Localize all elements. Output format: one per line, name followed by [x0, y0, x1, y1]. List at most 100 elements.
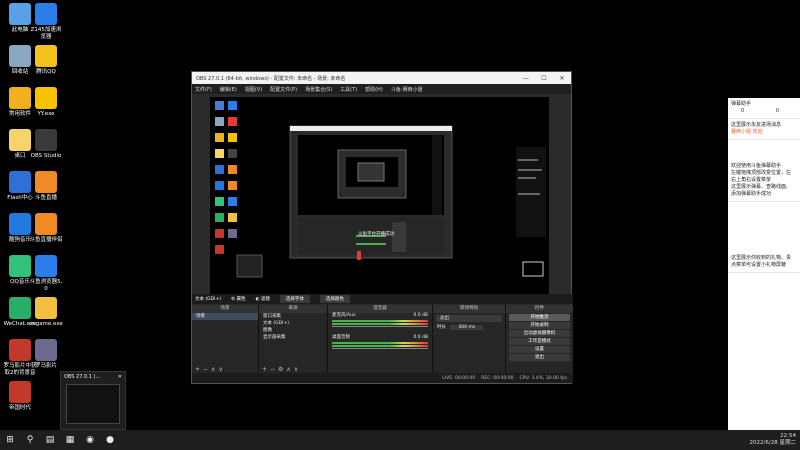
audio-meter: [332, 320, 428, 322]
app-icon[interactable]: ▤: [40, 430, 60, 450]
desktop-icon-label: 斗鱼直播伴侣: [29, 237, 63, 243]
start-streaming-button[interactable]: 开始推流: [509, 314, 570, 321]
thumbnail-close-button[interactable]: ✕: [118, 374, 122, 380]
audio-meter: [332, 342, 428, 344]
transition-select[interactable]: 淡出: [436, 315, 502, 322]
desktop-icon[interactable]: cngame.exe: [28, 297, 64, 328]
desktop-icon[interactable]: YY.exe: [28, 87, 64, 118]
obs-context-bar: 文本 (GDI+) ⚙ 属性 ◐ 滤镜 选择字体 选择颜色: [192, 294, 573, 304]
desktop-icon[interactable]: 帝国时代: [2, 381, 38, 412]
desktop-icon-label: 帝国时代: [8, 405, 31, 411]
start-recording-button[interactable]: 开始录制: [509, 322, 570, 329]
menu-help[interactable]: 帮助(H): [365, 86, 383, 93]
controls-dock: 控件 开始推流 开始录制 启动虚拟摄像机 工作室模式 设置 退出: [506, 305, 573, 374]
minimize-button[interactable]: —: [517, 75, 535, 82]
thumbnail-image: [66, 384, 120, 424]
mixer-channel-db: 0.0 dB: [413, 335, 428, 340]
desktop-icon-label: YY.exe: [37, 111, 55, 117]
filters-label: 滤镜: [260, 297, 270, 302]
duration-row: 时长 300 ms: [433, 324, 505, 331]
exit-button[interactable]: 退出: [509, 354, 570, 361]
studio-mode-button[interactable]: 工作室模式: [509, 338, 570, 345]
clock[interactable]: 22:54 2022/6/28 星期二: [750, 433, 796, 447]
menu-profile[interactable]: 配置文件(P): [270, 86, 297, 93]
clock-date: 2022/6/28 星期二: [749, 440, 796, 446]
obs-preview[interactable]: 斗鱼平台开播成功: [210, 97, 549, 294]
chat-title: 弹幕助手: [731, 101, 752, 107]
source-item[interactable]: 显示器采集: [259, 334, 327, 341]
transitions-dock: 转场特效 淡出 时长 300 ms: [433, 305, 506, 374]
transitions-dock-title: 转场特效: [433, 305, 505, 313]
obs-statusbar: LIVE: 00:00:00 REC: 00:00:00 CPU: 3.4%, …: [192, 373, 573, 383]
douyu-site: DOUYU.COM: [738, 418, 777, 425]
chat-tab-count[interactable]: 0: [746, 108, 779, 114]
mixer-channel-name: 麦克风/Aux 0.0 dB: [328, 313, 432, 319]
chat-tab-count[interactable]: 0: [731, 108, 744, 114]
taskbar-thumbnail[interactable]: OBS 27.0.1 (... ✕: [60, 371, 126, 430]
menu-edit[interactable]: 编辑(E): [220, 86, 237, 93]
duration-input[interactable]: 300 ms: [450, 325, 484, 330]
desktop-icon[interactable]: OBS Studio: [28, 129, 64, 160]
virtual-camera-button[interactable]: 启动虚拟摄像机: [509, 330, 570, 337]
scenes-dock: 场景 场景 +−∧∨: [192, 305, 259, 374]
mixer-dock-title: 混音器: [328, 305, 432, 313]
desktop-icon-label: cngame.exe: [29, 321, 63, 327]
close-button[interactable]: ✕: [553, 75, 571, 82]
start-icon[interactable]: ⊞: [0, 430, 20, 450]
app-icon: [35, 45, 57, 67]
obs-taskbar-icon[interactable]: ◉: [80, 430, 100, 450]
app-icon[interactable]: ●: [100, 430, 120, 450]
menu-view[interactable]: 视图(V): [245, 86, 262, 93]
sources-toolbar[interactable]: +−⚙∧∨: [262, 366, 301, 373]
chat-message: 右上角右设置菜单: [731, 177, 772, 183]
properties-label: 属性: [236, 297, 246, 302]
preview-overlay-text: 斗鱼平台开播成功: [358, 232, 394, 237]
menu-file[interactable]: 文件(F): [195, 86, 212, 93]
chat-section-enter: 这里展示永友进场消息 赛西小姐 欢迎: [728, 119, 800, 140]
chat-header: 弹幕助手 0 0: [728, 98, 800, 119]
source-item[interactable]: 文本 (GDI+): [259, 320, 327, 327]
search-icon[interactable]: ⚲: [20, 430, 40, 450]
scenes-toolbar[interactable]: +−∧∨: [195, 366, 226, 373]
chat-section-danmu: 欢迎使用斗鱼弹幕助手 左键拖拽顶部改变位置，左 右上角右设置菜单 这里展示弹幕、…: [728, 160, 800, 202]
chat-message: 添加弹幕助手成功: [731, 191, 772, 197]
scenes-dock-title: 场景: [192, 305, 258, 313]
sources-dock: 来源 窗口采集 文本 (GDI+) 图像 显示器采集 +−⚙∧∨: [259, 305, 328, 374]
volume-slider[interactable]: [332, 348, 428, 349]
mixer-dock: 混音器 麦克风/Aux 0.0 dB 桌面音频 0.0 dB: [328, 305, 433, 374]
obs-menubar: 文件(F) 编辑(E) 视图(V) 配置文件(P) 场景集合(S) 工具(T) …: [192, 84, 571, 94]
menu-tools[interactable]: 工具(T): [340, 86, 357, 93]
mixer-channel-db: 0.0 dB: [413, 313, 428, 318]
chat-message: 点菜单可设置小礼物屏蔽: [731, 262, 787, 268]
maximize-button[interactable]: ☐: [535, 75, 553, 82]
select-color-button[interactable]: 选择颜色: [319, 295, 350, 303]
douyu-logo: 斗鱼: [740, 396, 775, 417]
scene-item[interactable]: 场景: [192, 313, 258, 320]
filters-button[interactable]: ◐ 滤镜: [255, 296, 269, 302]
desktop-icon[interactable]: 腾讯QQ: [28, 45, 64, 76]
app-icon: [35, 339, 57, 361]
desktop-icon[interactable]: 罗马影片: [28, 339, 64, 370]
properties-button[interactable]: ⚙ 属性: [231, 296, 245, 302]
audio-meter: [332, 345, 428, 347]
desktop-icon[interactable]: 斗鱼直播: [28, 171, 64, 202]
chat-message: 这里展示弹幕、查路线面、: [731, 184, 792, 190]
app-icon[interactable]: ▦: [60, 430, 80, 450]
desktop-icon[interactable]: 斗鱼直播伴侣: [28, 213, 64, 244]
desktop-icon[interactable]: Z145加速浏览器: [28, 3, 64, 41]
source-item[interactable]: 窗口采集: [259, 313, 327, 320]
live-status: LIVE: 00:00:00: [442, 375, 476, 381]
select-font-button[interactable]: 选择字体: [279, 295, 310, 303]
volume-slider[interactable]: [332, 326, 428, 327]
settings-button[interactable]: 设置: [509, 346, 570, 353]
menu-douyu[interactable]: 斗鱼-赛西小姐: [391, 86, 423, 93]
menu-scene-collection[interactable]: 场景集合(S): [305, 86, 332, 93]
desktop-icon[interactable]: 斗鱼浏览器5.0: [28, 255, 64, 293]
cpu-status: CPU: 3.4%, 30.00 fps: [519, 375, 568, 381]
app-icon: [35, 255, 57, 277]
mixer-channel-label: 桌面音频: [332, 335, 350, 340]
chat-message: 这里展示永友进场消息: [731, 122, 782, 128]
desktop-icon-label: 斗鱼浏览器5.0: [29, 279, 63, 292]
source-item[interactable]: 图像: [259, 327, 327, 334]
app-icon: [35, 171, 57, 193]
